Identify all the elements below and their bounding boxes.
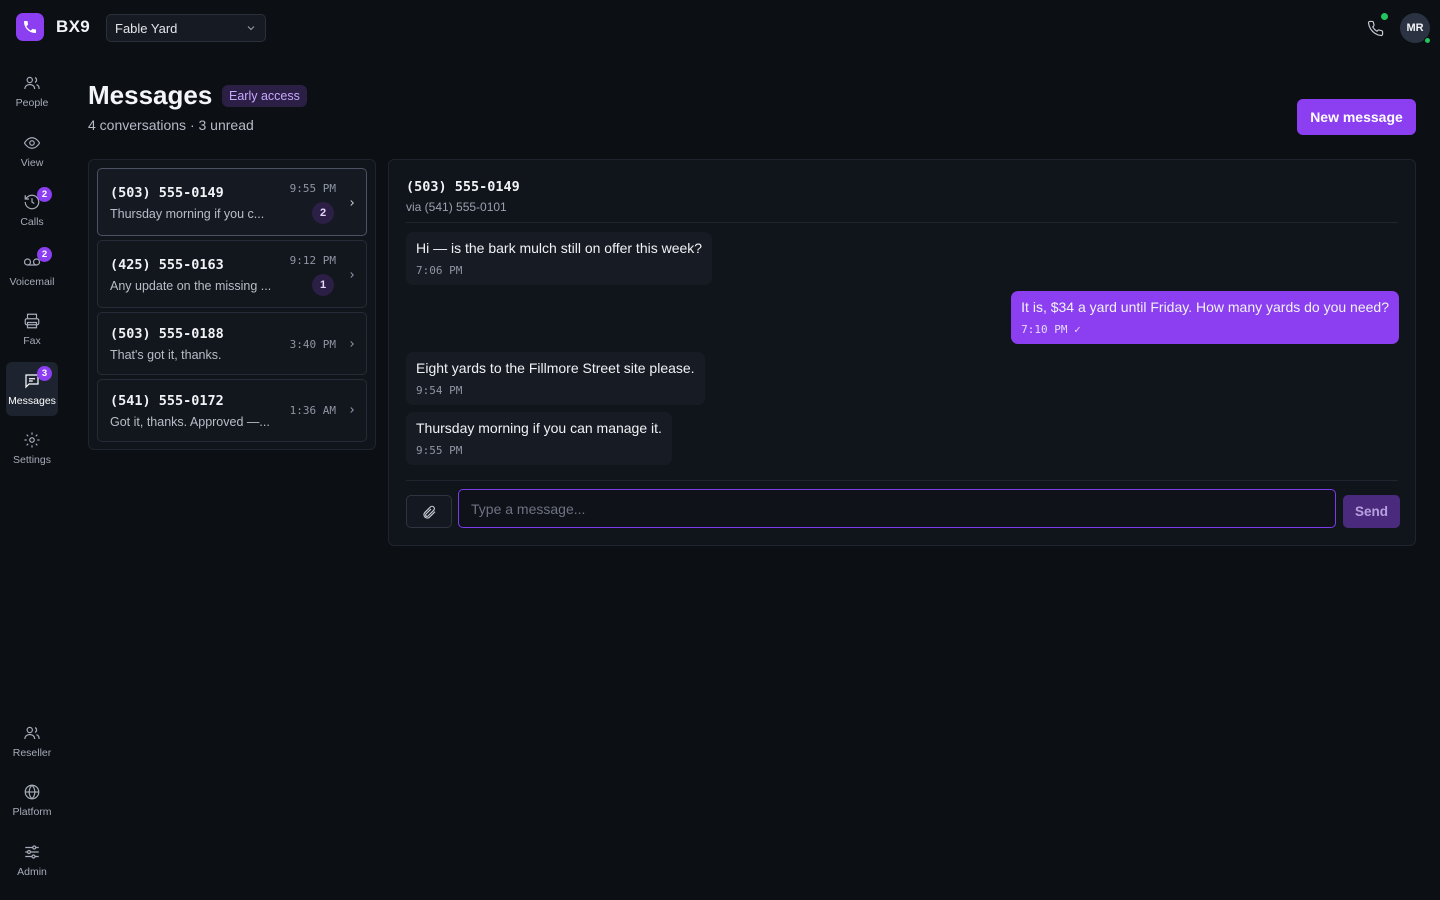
message-bubble-incoming: Thursday morning if you can manage it. 9… — [406, 412, 672, 465]
divider — [406, 480, 1398, 481]
chat-contact-number: (503) 555-0149 — [406, 179, 520, 195]
conversation-list: (503) 555-0149 Thursday morning if you c… — [88, 159, 376, 450]
message-time: 7:10 PM ✓ — [1021, 323, 1081, 336]
conversation-preview: Thursday morning if you c... — [110, 207, 265, 221]
user-initials: MR — [1406, 22, 1424, 34]
sidebar-item-settings[interactable]: Settings — [6, 421, 58, 475]
chevron-right-icon — [350, 200, 354, 206]
workspace-name: Fable Yard — [115, 20, 178, 36]
globe-icon — [24, 783, 40, 800]
send-button[interactable]: Send — [1343, 495, 1400, 528]
calls-badge: 2 — [37, 187, 52, 202]
new-message-button[interactable]: New message — [1297, 99, 1416, 135]
chevron-right-icon — [350, 407, 354, 413]
sidebar-item-reseller[interactable]: Reseller — [6, 714, 58, 768]
chevron-right-icon — [350, 341, 354, 347]
softphone-button[interactable] — [1364, 13, 1388, 39]
conversation-item[interactable]: (541) 555-0172 Got it, thanks. Approved … — [97, 379, 367, 442]
message-time: 7:06 PM — [416, 264, 463, 277]
people-icon — [24, 76, 40, 89]
message-text: Hi — is the bark mulch still on offer th… — [416, 240, 703, 256]
conversation-preview: Any update on the missing ... — [110, 279, 272, 293]
unread-badge: 1 — [312, 274, 334, 296]
sidebar-item-people[interactable]: People — [6, 64, 58, 118]
logo[interactable] — [16, 13, 44, 41]
paperclip-icon — [423, 505, 436, 519]
conversation-time: 1:36 AM — [289, 404, 336, 417]
messages-badge: 3 — [37, 366, 52, 381]
conversation-item[interactable]: (503) 555-0149 Thursday morning if you c… — [97, 168, 367, 236]
conversation-time: 3:40 PM — [289, 338, 336, 351]
gear-icon — [24, 432, 40, 447]
conversation-number: (425) 555-0163 — [110, 257, 224, 273]
eye-icon — [23, 136, 41, 149]
chat-panel: (503) 555-0149 via (541) 555-0101 Hi — i… — [388, 159, 1416, 546]
conversation-number: (541) 555-0172 — [110, 393, 224, 409]
sidebar-item-view[interactable]: View — [6, 124, 58, 178]
sliders-icon — [25, 844, 39, 859]
sidebar-item-label: Admin — [17, 865, 47, 878]
divider — [406, 222, 1398, 223]
conversation-number: (503) 555-0149 — [110, 185, 224, 201]
top-bar: BX9 Fable Yard MR — [0, 0, 1440, 56]
sidebar-item-calls[interactable]: Calls 2 — [6, 183, 58, 237]
people-icon — [24, 726, 40, 739]
sidebar-item-platform[interactable]: Platform — [6, 773, 58, 827]
conversation-preview: That's got it, thanks. — [110, 348, 222, 362]
sidebar-item-label: People — [15, 96, 49, 109]
attach-button[interactable] — [406, 495, 452, 528]
message-bubble-incoming: Eight yards to the Fillmore Street site … — [406, 352, 705, 405]
phone-icon — [1367, 20, 1383, 36]
presence-dot — [1424, 37, 1431, 44]
message-bubble-outgoing: It is, $34 a yard until Friday. How many… — [1011, 291, 1399, 344]
sidebar-item-label: Fax — [23, 334, 41, 347]
sidebar-item-admin[interactable]: Admin — [6, 833, 58, 887]
sidebar-item-label: Settings — [13, 453, 51, 466]
sidebar-item-label: Calls — [20, 215, 44, 228]
online-status-dot — [1381, 13, 1388, 20]
conversation-time: 9:12 PM — [289, 254, 336, 267]
conversation-preview: Got it, thanks. Approved —... — [110, 415, 270, 429]
chevron-down-icon — [247, 26, 255, 31]
conversation-item[interactable]: (503) 555-0188 That's got it, thanks. 3:… — [97, 312, 367, 375]
message-text: Eight yards to the Fillmore Street site … — [416, 360, 695, 376]
page-title: Messages — [88, 80, 213, 110]
sidebar-item-fax[interactable]: Fax — [6, 302, 58, 356]
conversation-item[interactable]: (425) 555-0163 Any update on the missing… — [97, 240, 367, 308]
user-avatar[interactable]: MR — [1400, 13, 1431, 44]
sidebar-item-label: View — [20, 156, 44, 169]
message-time: 9:54 PM — [416, 384, 463, 397]
message-text: It is, $34 a yard until Friday. How many… — [1021, 299, 1389, 315]
phone-icon — [24, 21, 36, 33]
message-text: Thursday morning if you can manage it. — [416, 420, 662, 436]
sidebar-item-label: Messages — [8, 394, 56, 407]
workspace-select[interactable]: Fable Yard — [106, 14, 266, 42]
brand-name: BX9 — [56, 17, 90, 36]
unread-badge: 2 — [312, 202, 334, 224]
chat-via-number: via (541) 555-0101 — [406, 200, 507, 214]
conversation-time: 9:55 PM — [289, 182, 336, 195]
printer-icon — [24, 313, 40, 328]
voicemail-badge: 2 — [37, 247, 52, 262]
sidebar-item-label: Voicemail — [9, 275, 55, 288]
message-bubble-incoming: Hi — is the bark mulch still on offer th… — [406, 232, 713, 285]
message-time: 9:55 PM — [416, 444, 463, 457]
chevron-right-icon — [350, 272, 354, 278]
sidebar-item-label: Reseller — [12, 746, 52, 759]
message-input[interactable] — [458, 489, 1336, 528]
early-access-badge: Early access — [222, 85, 307, 107]
sidebar-item-messages[interactable]: Messages 3 — [6, 362, 58, 416]
conversation-summary: 4 conversations · 3 unread — [88, 117, 254, 133]
sidebar-item-voicemail[interactable]: Voicemail 2 — [6, 243, 58, 297]
conversation-number: (503) 555-0188 — [110, 326, 224, 342]
sidebar-item-label: Platform — [12, 805, 52, 818]
